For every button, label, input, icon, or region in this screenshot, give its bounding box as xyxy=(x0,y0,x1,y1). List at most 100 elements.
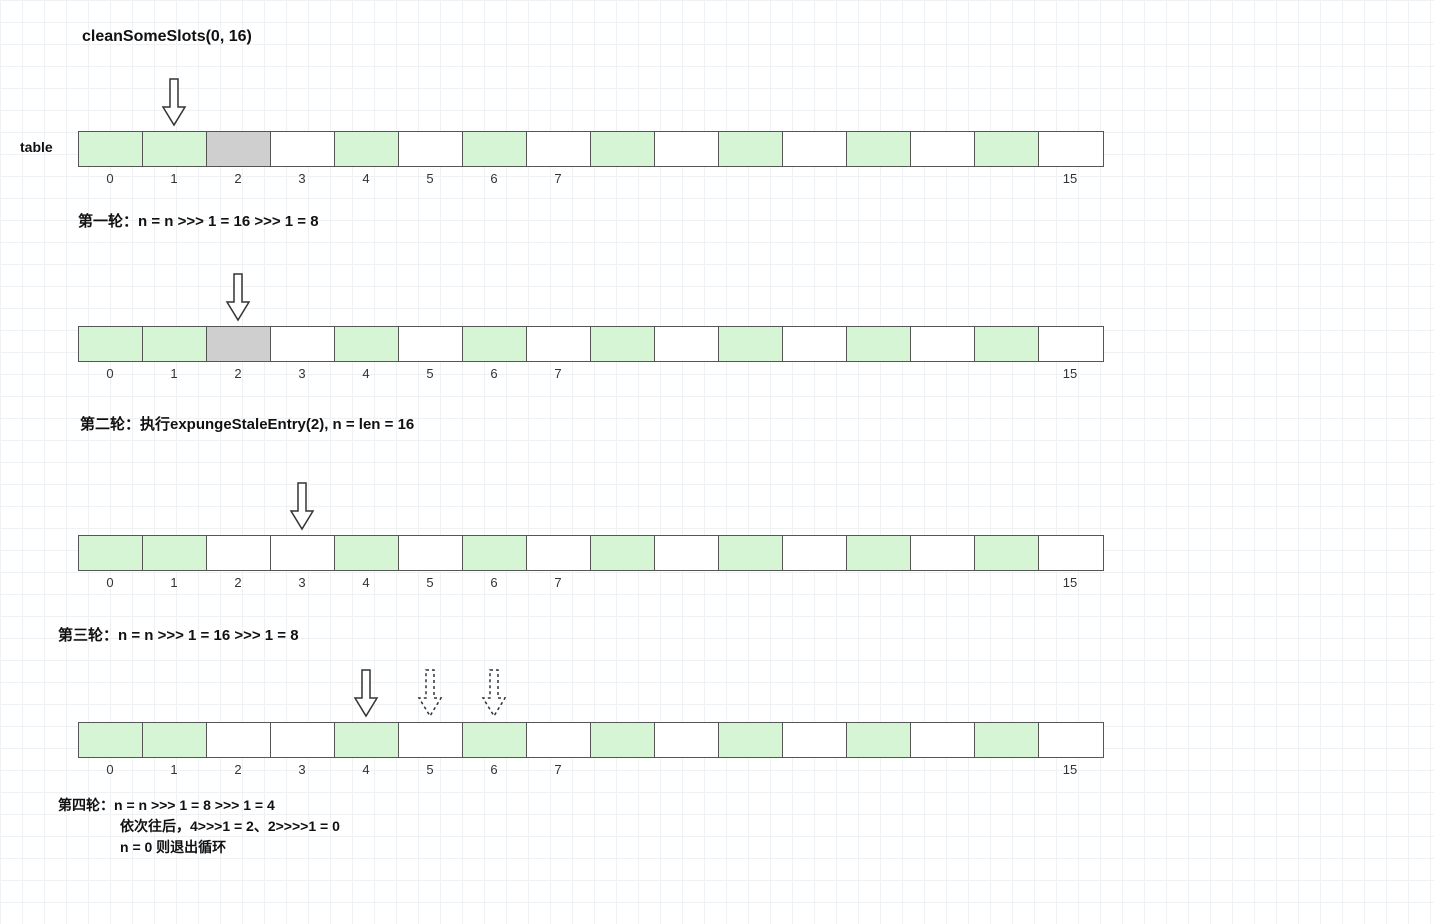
table-cell-green xyxy=(719,536,783,570)
table-cell-green xyxy=(463,723,527,757)
table-cell-white xyxy=(655,327,719,361)
table-label: table xyxy=(20,139,53,155)
index-label xyxy=(718,575,782,590)
table-cell-white xyxy=(1039,132,1103,166)
pointer-arrow xyxy=(161,77,187,127)
index-label: 2 xyxy=(206,171,270,186)
index-label xyxy=(654,762,718,777)
table-cell-green xyxy=(335,327,399,361)
pointer-arrow-dotted xyxy=(417,668,443,718)
index-label: 3 xyxy=(270,366,334,381)
table-cell-green xyxy=(79,132,143,166)
index-label: 3 xyxy=(270,171,334,186)
table-cell-white xyxy=(527,132,591,166)
index-label: 5 xyxy=(398,575,462,590)
index-label: 6 xyxy=(462,366,526,381)
index-label xyxy=(590,171,654,186)
index-label xyxy=(846,366,910,381)
table-cell-white xyxy=(207,536,271,570)
table-cell-white xyxy=(783,327,847,361)
table-cell-green xyxy=(847,723,911,757)
table-cell-white xyxy=(783,536,847,570)
table-cell-green xyxy=(143,327,207,361)
index-label xyxy=(846,171,910,186)
index-label: 15 xyxy=(1038,575,1102,590)
table-cell-green xyxy=(143,723,207,757)
index-label: 15 xyxy=(1038,366,1102,381)
index-label: 7 xyxy=(526,171,590,186)
table-cell-green xyxy=(975,327,1039,361)
table-cell-green xyxy=(847,327,911,361)
table-cell-white xyxy=(911,723,975,757)
table-cell-white xyxy=(655,536,719,570)
table-cell-white xyxy=(783,723,847,757)
index-label: 0 xyxy=(78,575,142,590)
index-label xyxy=(782,171,846,186)
index-label xyxy=(590,575,654,590)
index-label: 7 xyxy=(526,762,590,777)
index-label: 4 xyxy=(334,575,398,590)
index-label xyxy=(910,171,974,186)
table-cell-white xyxy=(271,723,335,757)
index-label xyxy=(846,762,910,777)
index-label xyxy=(654,575,718,590)
index-label xyxy=(974,762,1038,777)
table-cell-green xyxy=(591,723,655,757)
table-cell-white xyxy=(271,536,335,570)
table-row xyxy=(78,535,1104,571)
index-label: 7 xyxy=(526,366,590,381)
table-cell-green xyxy=(719,132,783,166)
round4-line3: n = 0 则退出循环 xyxy=(58,837,340,858)
pointer-arrow xyxy=(353,668,379,718)
index-label: 1 xyxy=(142,366,206,381)
index-label: 1 xyxy=(142,575,206,590)
index-label: 15 xyxy=(1038,762,1102,777)
table-cell-white xyxy=(527,327,591,361)
diagram-title: cleanSomeSlots(0, 16) xyxy=(82,28,252,46)
table-cell-gray xyxy=(207,327,271,361)
index-label xyxy=(718,762,782,777)
table-cell-white xyxy=(1039,327,1103,361)
index-label: 3 xyxy=(270,762,334,777)
table-cell-white xyxy=(207,723,271,757)
table-cell-green xyxy=(143,536,207,570)
index-label: 5 xyxy=(398,762,462,777)
index-label xyxy=(910,762,974,777)
index-row: 0123456715 xyxy=(78,366,1102,381)
table-cell-white xyxy=(527,536,591,570)
table-row xyxy=(78,722,1104,758)
table-cell-white xyxy=(655,723,719,757)
table-cell-green xyxy=(591,132,655,166)
index-row: 0123456715 xyxy=(78,762,1102,777)
index-label xyxy=(910,366,974,381)
table-cell-white xyxy=(1039,723,1103,757)
index-label xyxy=(718,366,782,381)
index-label: 15 xyxy=(1038,171,1102,186)
table-cell-green xyxy=(975,536,1039,570)
table-cell-green xyxy=(79,536,143,570)
round4-line2: 依次往后，4>>>1 = 2、2>>>>1 = 0 xyxy=(58,816,340,837)
table-cell-white xyxy=(527,723,591,757)
table-cell-white xyxy=(911,132,975,166)
index-label xyxy=(654,366,718,381)
round4-text: 第四轮：n = n >>> 1 = 8 >>> 1 = 4依次往后，4>>>1 … xyxy=(58,795,340,858)
index-label xyxy=(782,366,846,381)
table-cell-green xyxy=(335,723,399,757)
table-cell-white xyxy=(911,327,975,361)
index-label xyxy=(718,171,782,186)
index-label: 5 xyxy=(398,171,462,186)
table-cell-green xyxy=(719,723,783,757)
pointer-arrow xyxy=(289,481,315,531)
table-cell-green xyxy=(463,327,527,361)
index-label xyxy=(846,575,910,590)
index-label: 1 xyxy=(142,171,206,186)
index-label: 2 xyxy=(206,575,270,590)
table-cell-green xyxy=(335,132,399,166)
round3-text: 第三轮：n = n >>> 1 = 16 >>> 1 = 8 xyxy=(58,624,299,645)
index-label xyxy=(782,762,846,777)
table-cell-white xyxy=(271,327,335,361)
pointer-arrow xyxy=(225,272,251,322)
pointer-arrow-dotted xyxy=(481,668,507,718)
index-label xyxy=(590,762,654,777)
index-label xyxy=(974,366,1038,381)
